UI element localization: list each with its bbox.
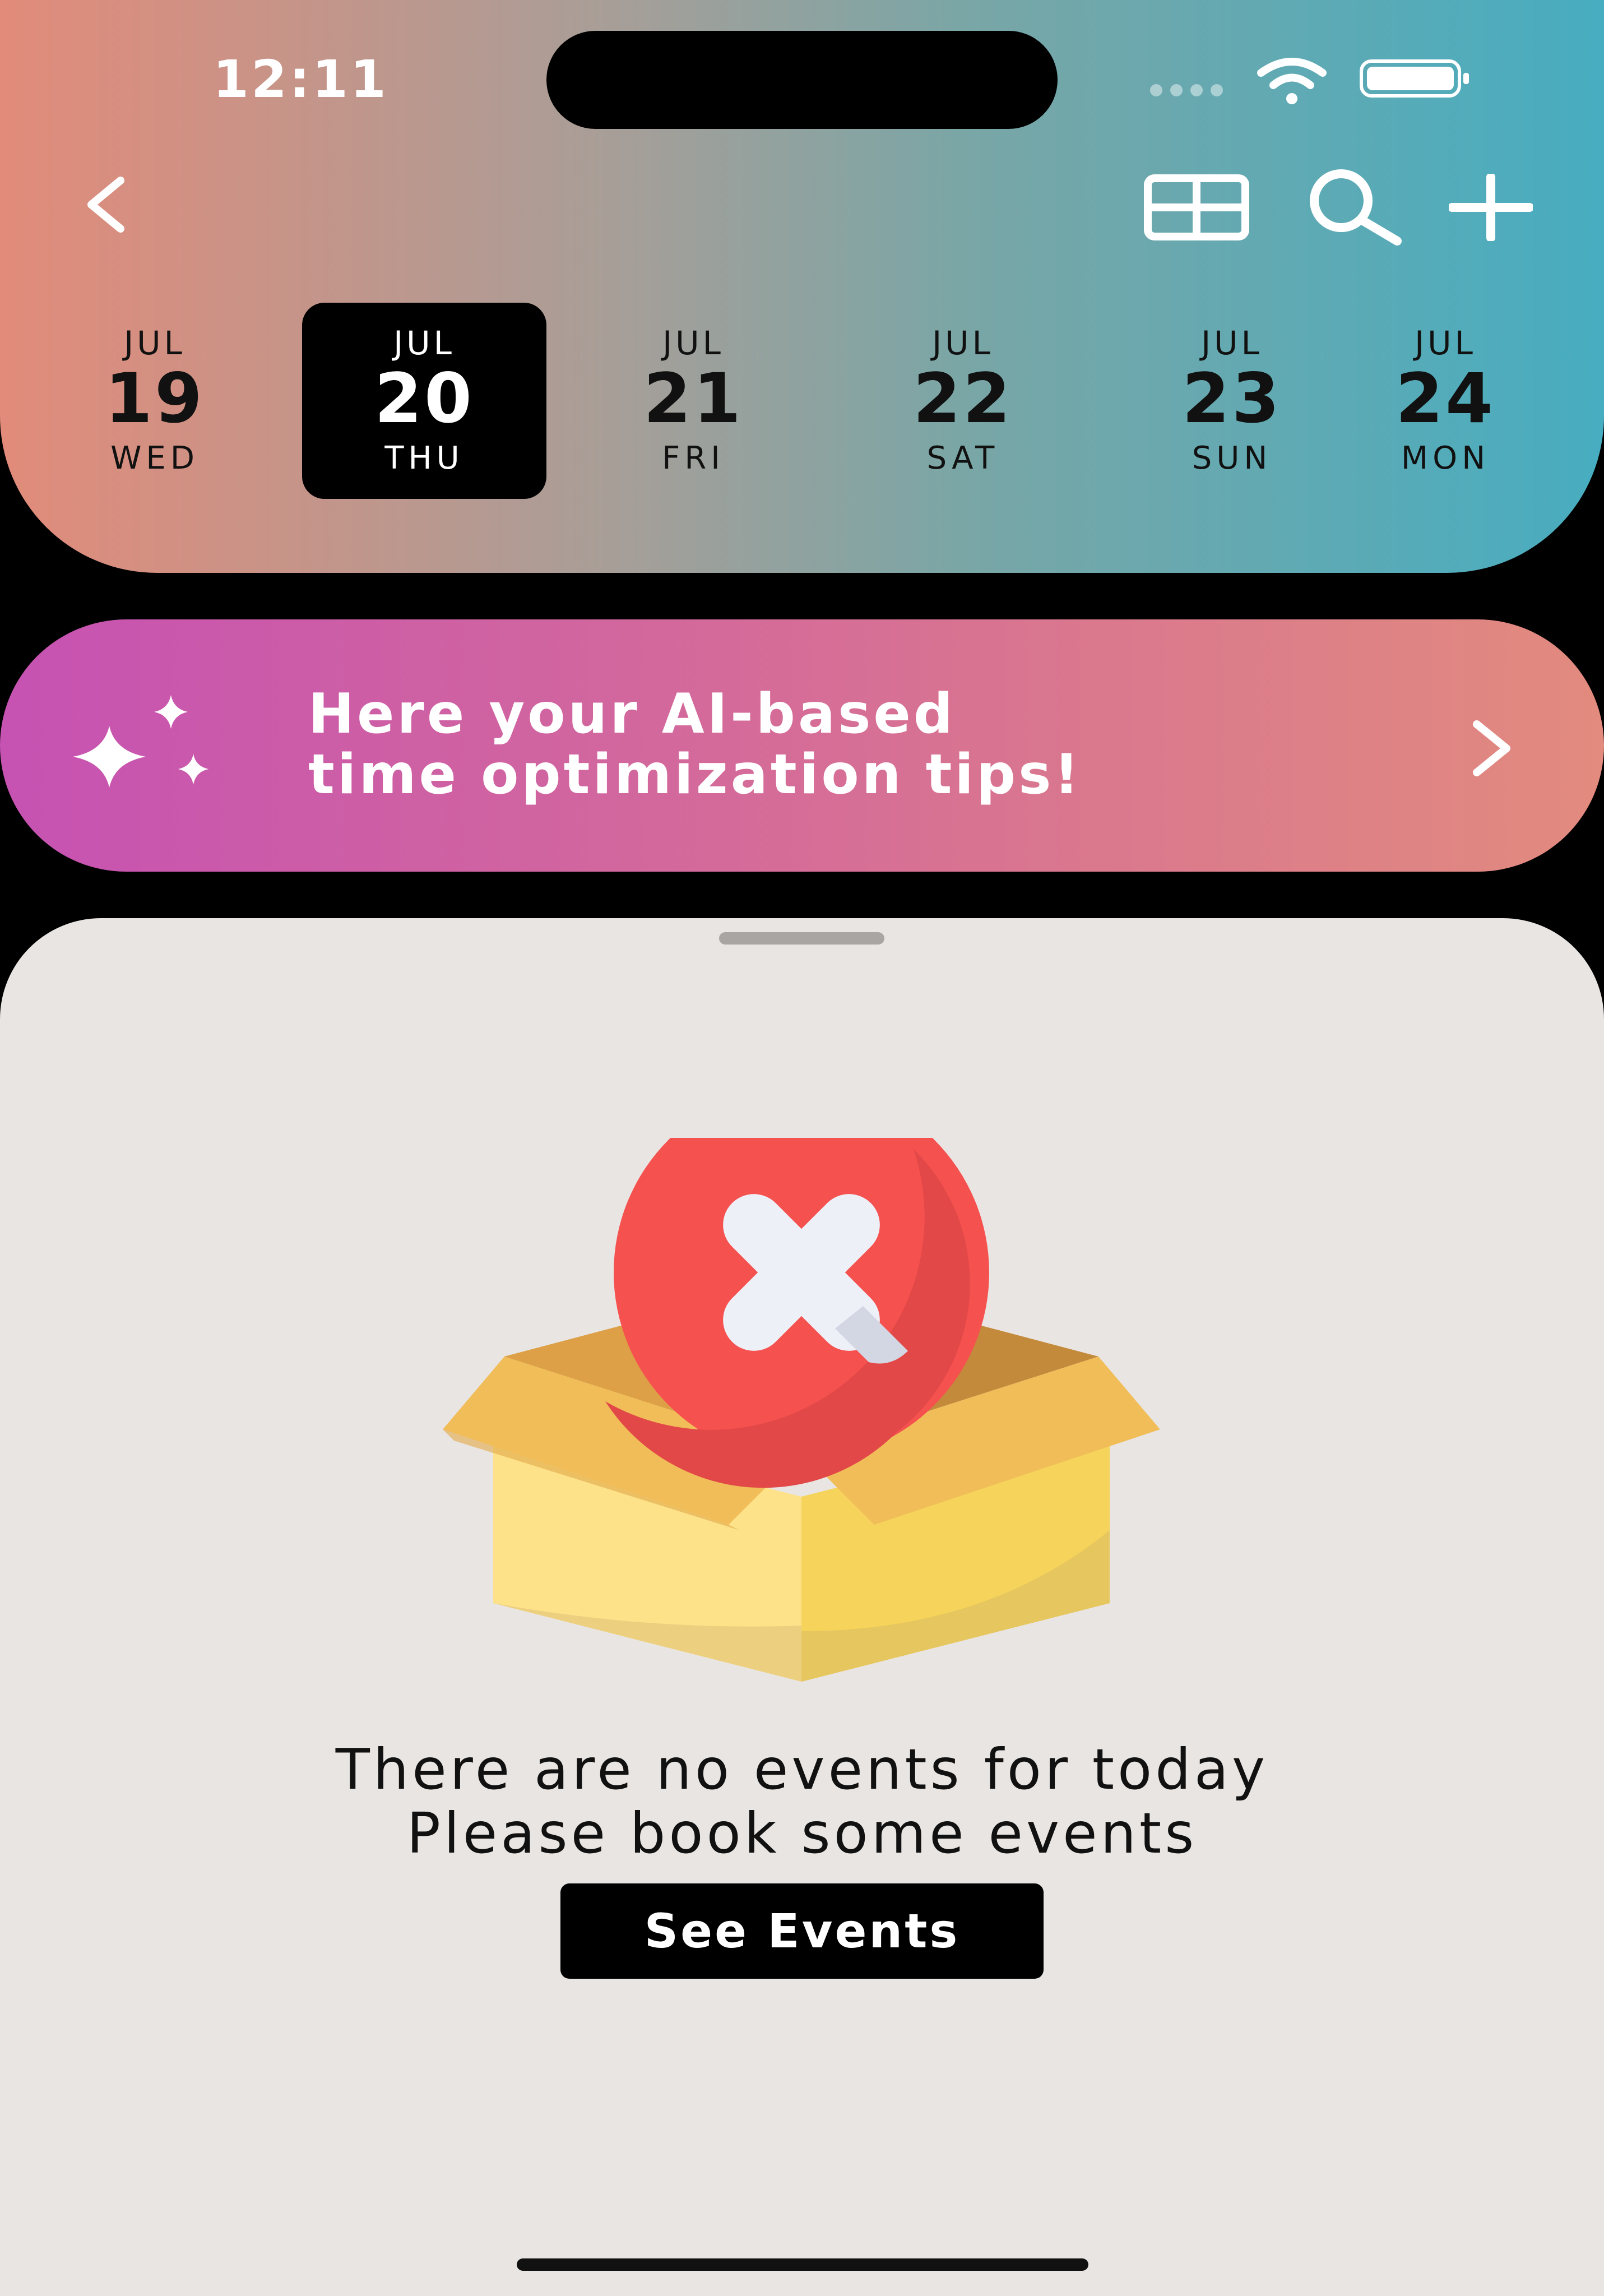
date-month: JUL (1415, 324, 1476, 362)
date-month: JUL (393, 324, 455, 362)
ai-tips-line1: Here your AI-based (308, 682, 956, 746)
add-event-icon[interactable] (1449, 174, 1533, 241)
date-weekday: WED (110, 440, 199, 476)
date-weekday: SAT (926, 440, 999, 476)
chevron-right-icon[interactable] (1463, 718, 1519, 779)
empty-state-subtitle: Please book some events (406, 1800, 1198, 1866)
search-icon[interactable] (1303, 168, 1407, 247)
empty-state-title: There are no events for today (335, 1737, 1269, 1802)
grid-view-icon[interactable] (1143, 174, 1250, 241)
date-day: 21 (643, 359, 743, 438)
dynamic-island (546, 31, 1058, 129)
date-item-jul-23[interactable]: JUL 23 SUN (1110, 303, 1354, 499)
ai-tips-text: Here your AI-based time optimization tip… (308, 684, 1429, 805)
battery-icon (1360, 59, 1469, 98)
ai-tips-line2: time optimization tips! (308, 743, 1082, 807)
date-day: 22 (913, 359, 1013, 438)
sheet-grabber[interactable] (719, 932, 884, 945)
date-item-jul-22[interactable]: JUL 22 SAT (841, 303, 1085, 499)
date-day: 20 (374, 359, 474, 438)
date-weekday: THU (384, 440, 464, 476)
date-day: 19 (105, 359, 205, 438)
date-item-jul-24[interactable]: JUL 24 MON (1323, 303, 1568, 499)
status-time: 12:11 (213, 49, 388, 109)
date-month: JUL (1201, 324, 1263, 362)
empty-box-icon (443, 1138, 1160, 1682)
date-month: JUL (124, 324, 186, 362)
date-weekday: MON (1401, 440, 1490, 476)
date-weekday: FRI (662, 440, 725, 476)
date-month: JUL (662, 324, 724, 362)
wifi-icon (1257, 58, 1327, 104)
date-day: 24 (1396, 359, 1495, 438)
cellular-signal-icon (1150, 84, 1231, 99)
see-events-button[interactable]: See Events (560, 1883, 1044, 1979)
back-icon[interactable] (76, 174, 137, 235)
date-day: 23 (1182, 359, 1282, 438)
date-item-jul-21[interactable]: JUL 21 FRI (571, 303, 815, 499)
date-month: JUL (932, 324, 994, 362)
date-item-jul-19[interactable]: JUL 19 WED (33, 303, 277, 499)
sparkle-icon (73, 695, 208, 788)
date-weekday: SUN (1192, 440, 1272, 476)
date-item-jul-20-selected[interactable]: JUL 20 THU (302, 303, 546, 499)
home-indicator[interactable] (517, 2258, 1088, 2271)
